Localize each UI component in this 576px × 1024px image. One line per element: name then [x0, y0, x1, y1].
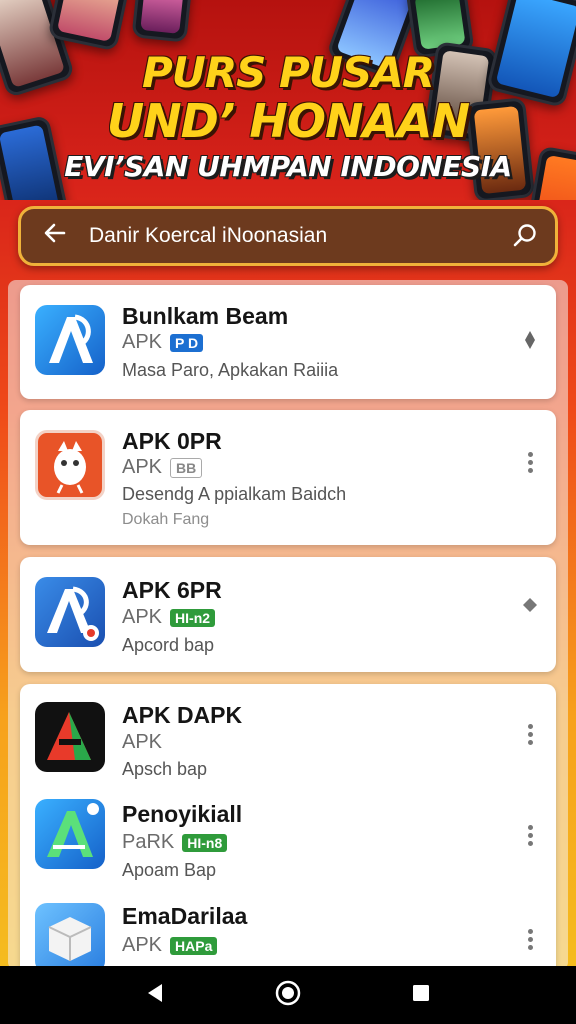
banner-title-line1: PURS PUSAR: [141, 48, 435, 97]
nav-home-icon[interactable]: [274, 979, 302, 1012]
phone-graphic: [131, 0, 194, 43]
app-type: APK P D: [122, 331, 204, 354]
app-type-label: APK: [122, 731, 163, 753]
app-card[interactable]: Bunlkam Beam APK P D Masa Paro, Apkakan …: [20, 285, 556, 399]
app-description: Apoam Bap: [122, 860, 217, 880]
app-type: APK BB: [122, 456, 203, 479]
more-options-icon[interactable]: [524, 724, 536, 745]
more-options-icon[interactable]: [524, 929, 536, 950]
nav-back-icon[interactable]: [144, 981, 166, 1010]
app-card-group: APK DAPK APK Apsch bap Penoyikiall PaRK …: [20, 684, 556, 969]
arrow-left-icon[interactable]: [21, 220, 89, 252]
app-type-label: APK: [122, 456, 163, 478]
app-icon: [35, 430, 105, 500]
app-type: APK HI-n2: [122, 606, 216, 629]
app-row[interactable]: EmaDarilaa APK HAPa: [20, 889, 556, 969]
search-input[interactable]: Danir Koercal iNoonasian: [89, 224, 495, 248]
banner-subtitle: EVI’SAN UHMPAN INDONESIA: [64, 150, 512, 183]
app-icon: [35, 702, 105, 772]
app-card[interactable]: APK 6PR APK HI-n2 Apcord bap: [20, 557, 556, 672]
search-bar[interactable]: Danir Koercal iNoonasian: [18, 206, 558, 266]
app-card[interactable]: APK 0PR APK BB Desendg A ppialkam Baidch…: [20, 410, 556, 545]
search-icon[interactable]: [495, 222, 555, 250]
more-options-icon[interactable]: [524, 825, 536, 846]
app-badge: HI-n2: [170, 608, 216, 627]
app-icon: [35, 577, 105, 647]
diamond-menu-icon[interactable]: [523, 597, 537, 613]
app-type-label: APK: [122, 934, 163, 956]
app-row[interactable]: APK DAPK APK Apsch bap: [20, 684, 556, 789]
app-badge: HAPa: [170, 936, 218, 955]
app-name: APK 0PR: [122, 428, 222, 454]
app-icon: [35, 799, 105, 869]
app-name: Bunlkam Beam: [122, 303, 289, 329]
app-type: PaRK HI-n8: [122, 831, 228, 854]
app-badge: HI-n8: [182, 833, 228, 852]
system-nav-bar: [0, 966, 576, 1024]
app-description: Desendg A ppialkam Baidch: [122, 484, 347, 504]
app-type-label: APK: [122, 606, 163, 628]
app-icon: [35, 305, 105, 375]
app-description: Apsch bap: [122, 759, 208, 779]
app-type-label: APK: [122, 331, 163, 353]
app-description: Masa Paro, Apkakan Raiiia: [122, 360, 339, 380]
app-name: Penoyikiall: [122, 801, 243, 827]
app-name: APK DAPK: [122, 702, 243, 728]
app-type-label: PaRK: [122, 831, 175, 853]
app-extra-text: Dokah Fang: [122, 511, 210, 528]
app-name: APK 6PR: [122, 577, 222, 603]
app-badge: P D: [170, 333, 204, 352]
app-type: APK HAPa: [122, 934, 218, 957]
app-row[interactable]: Penoyikiall PaRK HI-n8 Apoam Bap: [20, 789, 556, 889]
nav-recents-icon[interactable]: [410, 982, 432, 1009]
app-badge: BB: [170, 457, 203, 478]
app-type: APK: [122, 731, 162, 754]
app-name: EmaDarilaa: [122, 903, 248, 929]
more-options-icon[interactable]: [524, 452, 536, 473]
header-banner: PURS PUSAR UND’ HONAAN EVI’SAN UHMPAN IN…: [0, 0, 576, 200]
banner-title-line2: UND’ HONAAN: [106, 94, 470, 148]
app-icon: [35, 903, 105, 969]
app-description: Apcord bap: [122, 635, 215, 655]
diamond-menu-icon[interactable]: [524, 329, 536, 351]
